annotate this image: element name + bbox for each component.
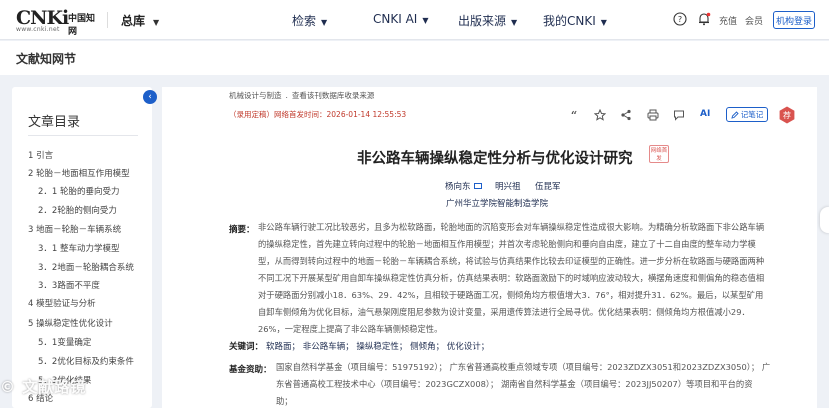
svg-text:荐: 荐 xyxy=(783,110,791,120)
keywords-label: 关键词： xyxy=(229,342,264,352)
nav-cnki-ai-label: CNKI AI xyxy=(373,12,418,26)
fund-line[interactable]: 助； xyxy=(276,393,801,408)
take-note-button[interactable]: 记笔记 xyxy=(726,107,768,122)
hot-badge-icon[interactable]: 荐 xyxy=(778,106,796,124)
toc-panel: 文章目录 1 引言 2 轮胎－地面相互作用模型 2．1 轮胎的垂向受力 2．2轮… xyxy=(12,87,152,408)
help-icon[interactable]: ? xyxy=(673,12,687,26)
caret-down-icon: ▼ xyxy=(511,18,518,27)
ai-assistant-icon[interactable]: AI xyxy=(700,109,710,119)
print-icon[interactable] xyxy=(647,109,659,121)
member-link[interactable]: 会员 xyxy=(745,14,763,27)
author-name: 杨向东 xyxy=(445,182,471,192)
nav-my-cnki-label: 我的CNKI xyxy=(543,14,596,28)
caret-down-icon: ▼ xyxy=(422,16,429,25)
author-link[interactable]: 杨向东 xyxy=(445,180,482,192)
watermark-text: © 文献路镜 xyxy=(0,378,87,396)
toc-title: 文章目录 xyxy=(28,115,81,130)
toc-item[interactable]: 3．3路面不平度 xyxy=(38,279,100,291)
mail-icon xyxy=(473,182,482,189)
chevron-left-icon: ‹ xyxy=(148,92,152,102)
fund-line[interactable]: 东省普通高校工程技术中心（项目编号：2023GCZX008）； 湖南省自然科学基… xyxy=(276,376,801,393)
toc-item[interactable]: 3．2地面－轮胎耦合系统 xyxy=(38,261,134,273)
toc-item[interactable]: 2 轮胎－地面相互作用模型 xyxy=(28,167,130,179)
toc-item[interactable]: 5 操纵稳定性优化设计 xyxy=(28,317,113,329)
nav-publication-source[interactable]: 出版来源 ▼ xyxy=(458,12,517,29)
svg-text:?: ? xyxy=(678,15,682,24)
keywords-list[interactable]: 软路面； 非公路车辆； 操纵稳定性； 侧倾角； 优化设计； xyxy=(266,340,489,352)
toc-divider xyxy=(28,135,138,136)
library-label: 总库 xyxy=(121,14,146,28)
caret-down-icon: ▼ xyxy=(153,18,160,27)
nav-my-cnki[interactable]: 我的CNKI ▼ xyxy=(543,12,607,29)
online-first-badge: 网络首发 xyxy=(649,145,669,163)
nav-cnki-ai[interactable]: CNKI AI ▼ xyxy=(373,12,428,26)
affiliation-link[interactable]: 广州华立学院智能制造学院 xyxy=(446,197,548,209)
logo-cn-text: 中国知网 xyxy=(68,14,96,37)
side-float-button[interactable] xyxy=(820,207,829,233)
abstract-line: 对于硬路面分别减小18．63%、29．42%，且相较于硬路面工况，侧倾角均方根值… xyxy=(258,290,764,300)
abstract-line: 的操纵稳定性，首先建立转向过程中的轮胎－地面相互作用模型；并首次考虑轮胎侧向和垂… xyxy=(258,239,756,249)
toc-item[interactable]: 2．1 轮胎的垂向受力 xyxy=(38,185,120,197)
nav-publication-label: 出版来源 xyxy=(458,14,507,28)
breadcrumb: 机械设计与制造. 查看该刊数据库收录来源 xyxy=(229,90,374,101)
pen-icon xyxy=(731,110,739,119)
logo-url-text: www.cnki.net xyxy=(16,26,60,33)
abstract-line: 自卸车侧倾角为优化目标，油气悬架刚度阻尼参数为设计变量，采用遗传算法进行全局寻优… xyxy=(258,307,750,317)
nav-divider xyxy=(107,12,108,28)
abstract-line: 型，从而得到转向过程中的地面－轮胎－车辆耦合系统，将试验与仿真结果作比较去印证模… xyxy=(258,256,765,266)
collapse-toc-button[interactable]: ‹ xyxy=(143,90,157,104)
cnki-logo[interactable]: CNKi 中国知网 www.cnki.net xyxy=(16,7,100,37)
library-selector[interactable]: 总库 ▼ xyxy=(121,12,159,29)
nav-search[interactable]: 检索 ▼ xyxy=(292,12,327,29)
page-title: 文献知网节 xyxy=(16,52,77,66)
toc-item[interactable]: 1 引言 xyxy=(28,149,53,161)
bell-icon[interactable] xyxy=(697,12,711,26)
abstract-line: 非公路车辆行驶工况比较恶劣，且多为松软路面，轮胎地面的沉陷变形会对车辆操纵稳定性… xyxy=(258,222,765,232)
share-icon[interactable] xyxy=(620,109,632,121)
caret-down-icon: ▼ xyxy=(321,18,328,27)
toc-item[interactable]: 3 地面－轮胎－车辆系统 xyxy=(28,223,121,235)
sub-header: 文献知网节 xyxy=(0,41,829,75)
quote-icon[interactable]: “ xyxy=(568,109,580,121)
toc-item[interactable]: 5．1变量确定 xyxy=(38,336,91,348)
take-note-label: 记笔记 xyxy=(740,110,764,119)
abstract-label: 摘要： xyxy=(229,225,255,235)
fund-label: 基金资助： xyxy=(229,365,272,375)
publish-time: （录用定稿）网络首发时间：2026-01-14 12:55:53 xyxy=(229,110,407,119)
database-source-link[interactable]: 查看该刊数据库收录来源 xyxy=(292,91,375,100)
toc-item[interactable]: 3．1 整车动力学模型 xyxy=(38,242,120,254)
abstract-line: 不同工况下开展某型矿用自卸车操纵稳定性仿真分析，仿真结果表明：软路面激励下的时域… xyxy=(258,273,765,283)
svg-text:“: “ xyxy=(571,109,577,121)
recharge-link[interactable]: 充值 xyxy=(719,14,737,27)
article-panel: 机械设计与制造. 查看该刊数据库收录来源 （录用定稿）网络首发时间：2026-01… xyxy=(162,87,817,408)
fund-line[interactable]: 国家自然科学基金（项目编号：51975192）； 广东省普通高校重点领域专项（项… xyxy=(276,359,801,376)
institution-login-button[interactable]: 机构登录 xyxy=(773,11,815,29)
toc-item[interactable]: 5．2优化目标及约束条件 xyxy=(38,355,134,367)
nav-search-label: 检索 xyxy=(292,14,317,28)
chat-icon[interactable] xyxy=(673,109,685,121)
caret-down-icon: ▼ xyxy=(600,18,607,27)
abstract-line: 26%，一定程度上提高了非公路车辆侧倾稳定性。 xyxy=(258,324,443,334)
toc-item[interactable]: 2．2轮胎的侧向受力 xyxy=(38,204,117,216)
fund-text: 国家自然科学基金（项目编号：51975192）； 广东省普通高校重点领域专项（项… xyxy=(276,359,801,408)
star-icon[interactable] xyxy=(594,109,606,121)
top-navbar: CNKi 中国知网 www.cnki.net 总库 ▼ 检索 ▼ CNKI AI ▼ … xyxy=(0,0,829,40)
author-link[interactable]: 明兴祖 xyxy=(495,180,521,192)
paper-title: 非公路车辆操纵稳定性分析与优化设计研究 xyxy=(357,151,633,167)
toc-item[interactable]: 4 模型验证与分析 xyxy=(28,297,96,309)
author-link[interactable]: 伍昆军 xyxy=(535,180,561,192)
breadcrumb-separator: . xyxy=(285,91,288,100)
journal-link[interactable]: 机械设计与制造 xyxy=(229,91,282,100)
abstract-text: 非公路车辆行驶工况比较恶劣，且多为松软路面，轮胎地面的沉陷变形会对车辆操纵稳定性… xyxy=(258,219,798,338)
